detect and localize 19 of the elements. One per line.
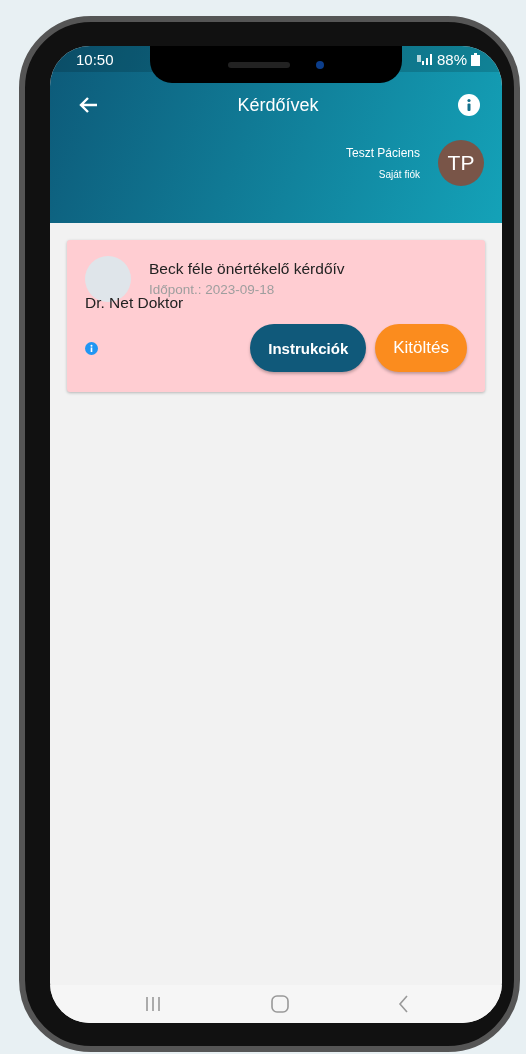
info-icon[interactable] [458,94,480,116]
signal-icon [416,53,433,65]
account-link[interactable]: Saját fiók [378,169,420,180]
recent-apps-icon[interactable] [144,996,163,1012]
battery-percent: 88% [436,50,467,68]
battery-icon [471,52,480,66]
info-icon[interactable] [85,341,98,355]
status-time: 10:50 [76,50,114,68]
action-button[interactable]: Instrukciók [250,324,367,372]
back-arrow-icon[interactable] [78,96,98,114]
account-name[interactable]: Teszt Páciens [345,146,420,160]
questionnaire-date: Időpont.: 2023-09-18 [149,282,276,297]
page-title: Kérdőívek [237,94,319,116]
initials-avatar[interactable]: TP [438,140,484,186]
home-icon[interactable] [271,995,289,1013]
action-button[interactable]: Kitöltés [375,324,467,372]
questionnaire-title: Beck féle önértékelő kérdőív [149,260,345,278]
back-icon[interactable] [397,995,408,1013]
doctor-name: Dr. Net Doktor [85,294,184,312]
